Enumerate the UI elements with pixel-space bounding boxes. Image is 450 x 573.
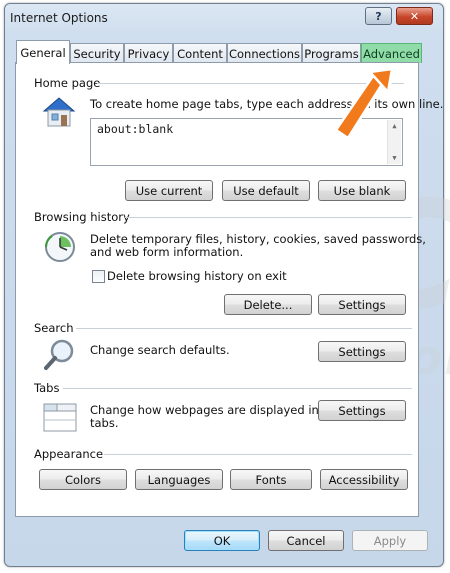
close-icon: ✕ xyxy=(409,9,420,23)
search-settings-button[interactable]: Settings xyxy=(318,341,406,362)
tabs-description-line-2: tabs. xyxy=(90,416,119,430)
fonts-button[interactable]: Fonts xyxy=(230,469,312,490)
delete-on-exit-label[interactable]: Delete browsing history on exit xyxy=(107,269,287,283)
tab-advanced[interactable]: Advanced xyxy=(361,43,422,63)
search-description: Change search defaults. xyxy=(90,343,230,357)
tab-connections[interactable]: Connections xyxy=(227,43,302,63)
tabs-description-line-1: Change how webpages are displayed in xyxy=(90,403,319,417)
history-settings-button[interactable]: Settings xyxy=(318,294,406,315)
browsing-history-description-line-2: and web form information. xyxy=(90,245,244,259)
tab-general[interactable]: General xyxy=(16,40,70,64)
tab-programs[interactable]: Programs xyxy=(302,43,361,63)
tabs-settings-button[interactable]: Settings xyxy=(318,400,406,421)
use-current-button[interactable]: Use current xyxy=(125,180,213,201)
home-page-value: about:blank xyxy=(97,122,174,136)
colors-button[interactable]: Colors xyxy=(39,469,127,490)
pointer-arrow-icon xyxy=(334,68,394,140)
delete-history-button[interactable]: Delete... xyxy=(224,294,312,315)
history-clock-icon xyxy=(45,232,75,262)
browsing-history-divider xyxy=(125,217,412,218)
tab-privacy[interactable]: Privacy xyxy=(124,43,173,63)
help-button[interactable]: ? xyxy=(365,7,392,25)
window-title: Internet Options xyxy=(10,11,108,25)
use-default-button[interactable]: Use default xyxy=(222,180,310,201)
appearance-divider xyxy=(104,454,412,455)
search-divider xyxy=(76,328,412,329)
use-blank-button[interactable]: Use blank xyxy=(318,180,406,201)
tab-content[interactable]: Content xyxy=(173,43,227,63)
home-page-heading: Home page xyxy=(34,76,101,90)
home-icon xyxy=(42,97,76,127)
languages-button[interactable]: Languages xyxy=(135,469,223,490)
browsing-history-heading: Browsing history xyxy=(34,210,130,224)
search-magnifier-icon xyxy=(44,339,74,370)
help-icon: ? xyxy=(375,9,382,23)
apply-button: Apply xyxy=(352,530,428,551)
accessibility-button[interactable]: Accessibility xyxy=(320,469,408,490)
search-heading: Search xyxy=(34,321,74,335)
tabs-window-icon xyxy=(43,403,77,432)
tabs-heading: Tabs xyxy=(34,381,60,395)
scroll-down-icon[interactable]: ▼ xyxy=(388,154,401,162)
ok-button[interactable]: OK xyxy=(184,530,260,551)
cancel-button[interactable]: Cancel xyxy=(268,530,344,551)
browsing-history-description-line-1: Delete temporary files, history, cookies… xyxy=(90,232,426,246)
tab-security[interactable]: Security xyxy=(70,43,124,63)
appearance-heading: Appearance xyxy=(34,447,104,461)
close-button[interactable]: ✕ xyxy=(396,7,433,25)
tabs-divider xyxy=(63,388,412,389)
delete-on-exit-checkbox[interactable] xyxy=(92,270,105,283)
